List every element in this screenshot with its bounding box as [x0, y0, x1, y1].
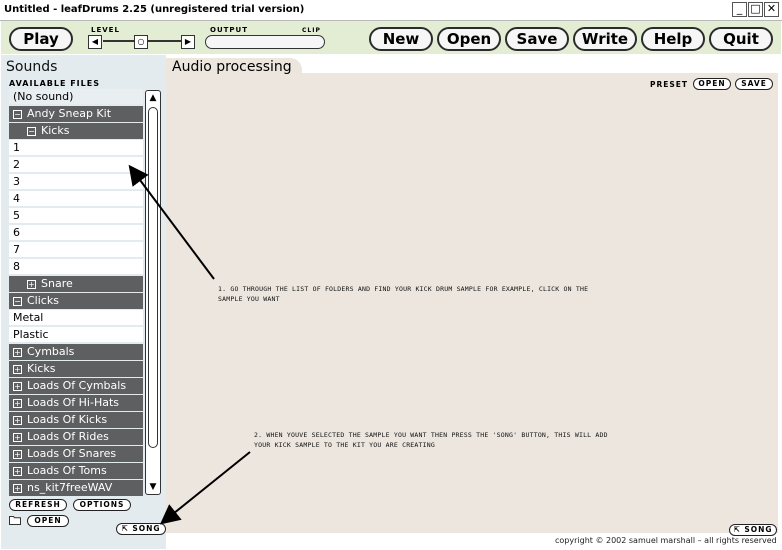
arrow-to-song-button — [159, 451, 251, 525]
annotation-arrows — [128, 164, 251, 525]
arrow-to-sample — [128, 164, 215, 280]
